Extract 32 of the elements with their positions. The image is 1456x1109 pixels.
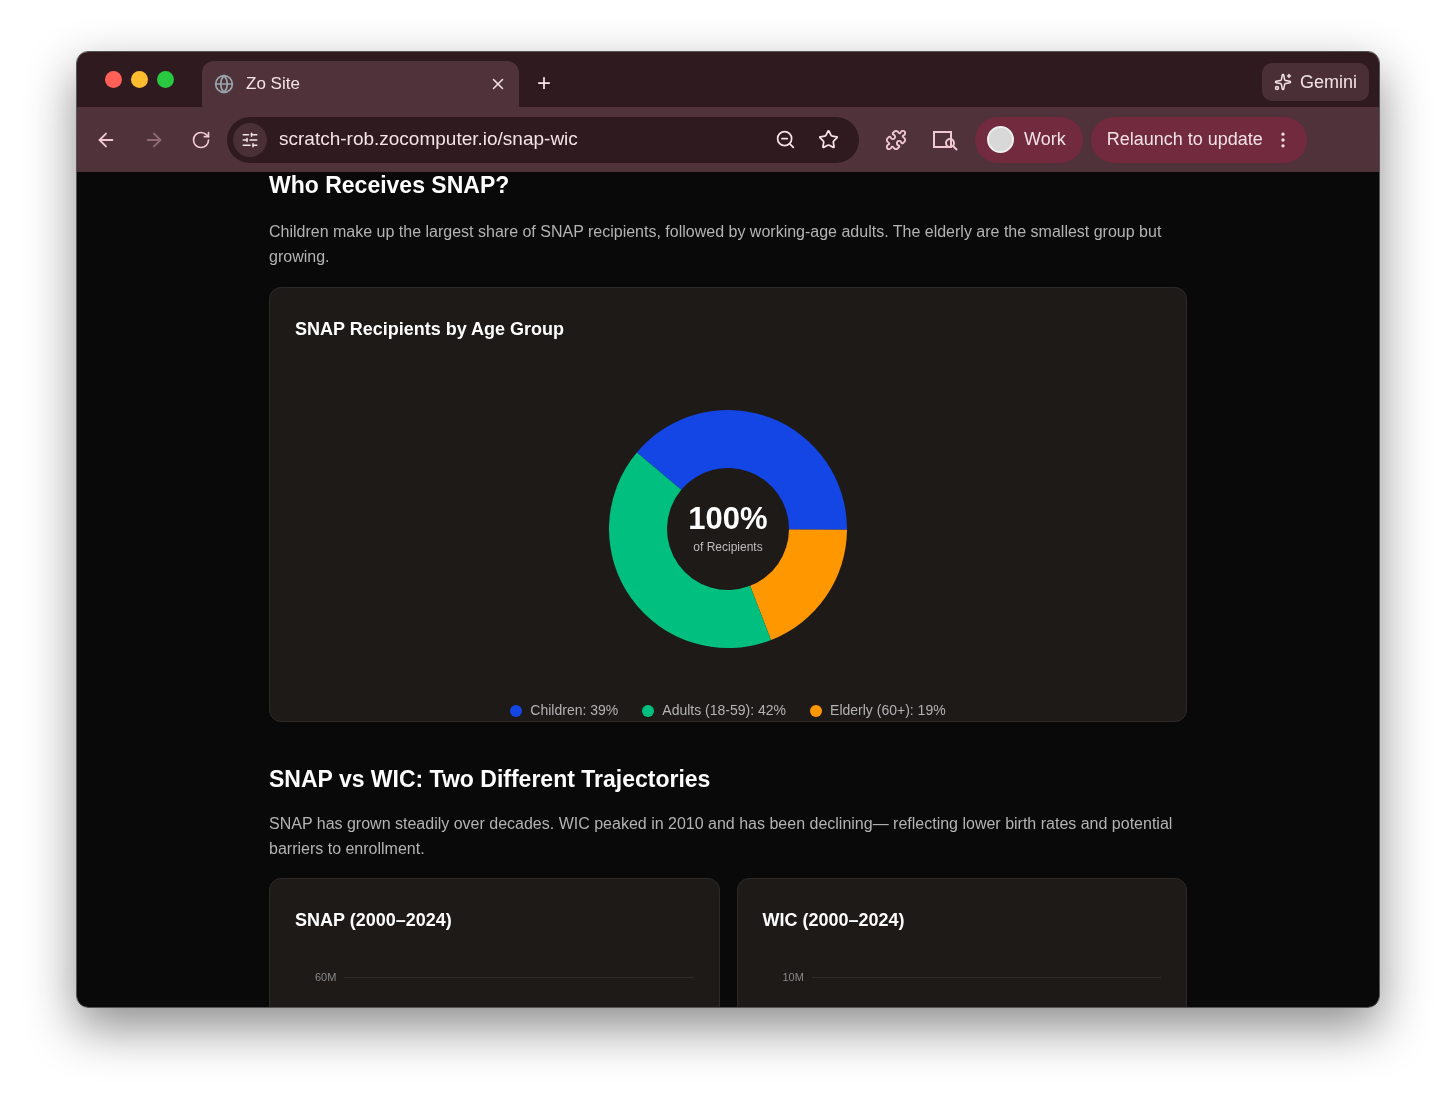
gemini-button[interactable]: Gemini [1262,63,1369,101]
maximize-window-icon[interactable] [157,71,174,88]
sparkle-icon [1274,73,1292,91]
site-settings-icon[interactable] [233,122,267,157]
globe-icon [214,74,234,94]
address-bar[interactable]: scratch-rob.zocomputer.io/snap-wic [227,116,859,163]
section-heading: Who Receives SNAP? [269,174,511,197]
bookmark-icon[interactable] [818,129,839,150]
browser-tab[interactable]: Zo Site [202,61,519,107]
legend-label: Adults (18-59): 42% [662,701,787,720]
center-value: 100% [688,502,768,534]
relaunch-button[interactable]: Relaunch to update [1090,116,1307,163]
legend-label: Children: 39% [530,701,619,720]
zoom-icon[interactable] [775,129,796,150]
close-window-icon[interactable] [105,71,122,88]
reload-icon[interactable] [191,129,211,150]
minimize-window-icon[interactable] [131,71,148,88]
axis-tick-label: 10M [782,972,804,983]
section-heading: SNAP vs WIC: Two Different Trajectories [269,768,712,791]
avatar-icon [987,126,1014,153]
card-title: SNAP Recipients by Age Group [295,318,566,341]
legend-label: Elderly (60+): 19% [830,701,946,720]
profile-button[interactable]: Work [975,116,1083,163]
card-title: SNAP (2000–2024) [295,909,453,932]
center-label: of Recipients [693,538,763,556]
axis-tick-label: 60M [315,972,337,983]
section-description: SNAP has grown steadily over decades. WIC peaked in 2010 and has been declining— reflecting lower birth rates and potential barriers to enrollment. [269,814,1174,859]
card-title: WIC (2000–2024) [762,909,906,932]
new-tab-button[interactable]: + [537,71,551,95]
tab-search-icon[interactable] [933,128,959,151]
extensions-icon[interactable] [885,128,907,151]
section-description: Children make up the largest share of SNAP recipients, followed by working-age adults. The elderly are the smallest group but growing. [269,222,1163,267]
